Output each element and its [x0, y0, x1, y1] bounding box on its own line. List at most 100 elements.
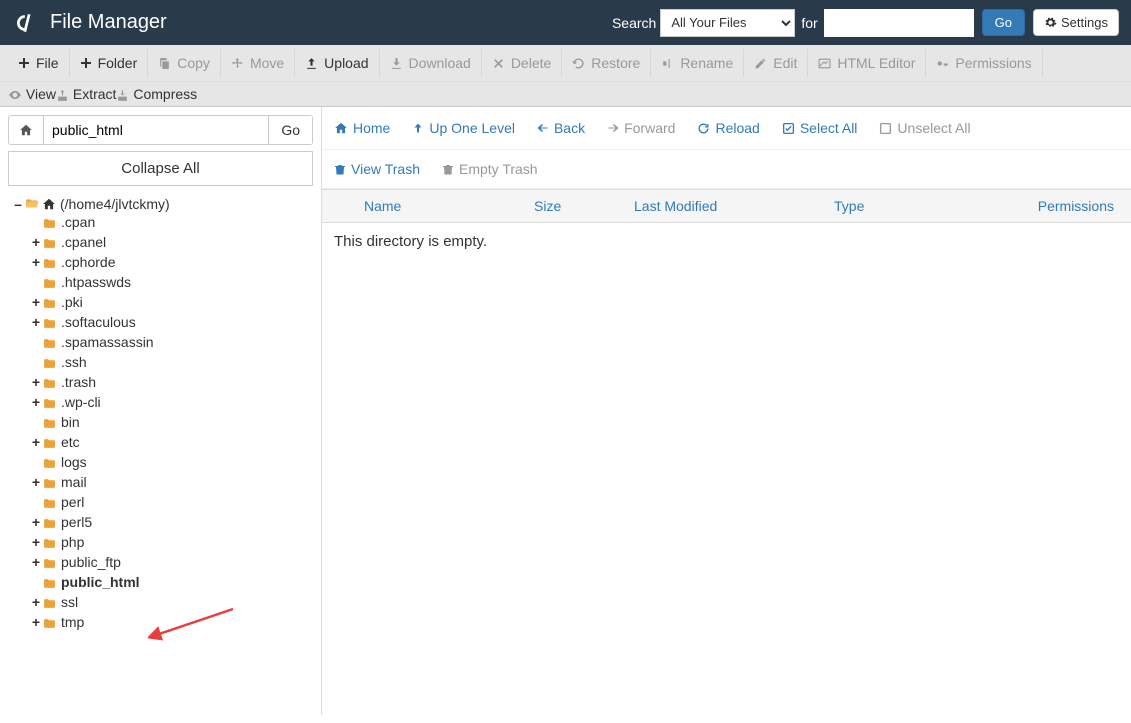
main-area: Go Collapse All – (/home4/jlvtckmy) .cpa…: [0, 107, 1131, 715]
expand-toggle-icon[interactable]: +: [30, 394, 42, 410]
select-all-button[interactable]: Select All: [782, 117, 858, 139]
location-home-button[interactable]: [9, 116, 44, 144]
tree-node-perl5[interactable]: +perl5: [30, 514, 313, 530]
expand-toggle-icon[interactable]: +: [30, 234, 42, 250]
tree-node-label: logs: [61, 454, 87, 470]
new-folder-button[interactable]: Folder: [70, 49, 149, 77]
folder-icon: [42, 374, 57, 390]
tree-node-public-html[interactable]: public_html: [30, 574, 313, 590]
column-last-modified[interactable]: Last Modified: [634, 198, 834, 214]
tree-root-node[interactable]: – (/home4/jlvtckmy): [12, 196, 313, 212]
unselect-all-button[interactable]: Unselect All: [879, 117, 970, 139]
plus-icon: [18, 57, 30, 69]
collapse-toggle-icon[interactable]: –: [12, 196, 24, 212]
tree-node--cphorde[interactable]: + .cphorde: [30, 254, 313, 270]
expand-toggle-icon[interactable]: +: [30, 254, 42, 270]
tree-node-mail[interactable]: +mail: [30, 474, 313, 490]
compress-button[interactable]: Compress: [116, 86, 197, 102]
folder-icon: [42, 274, 57, 290]
edit-button[interactable]: Edit: [744, 49, 808, 77]
expand-toggle-icon[interactable]: +: [30, 514, 42, 530]
tree-node--wp-cli[interactable]: +.wp-cli: [30, 394, 313, 410]
tree-node-etc[interactable]: +etc: [30, 434, 313, 450]
home-button[interactable]: Home: [334, 117, 390, 139]
tree-root-label: (/home4/jlvtckmy): [60, 196, 170, 212]
tree-node--pki[interactable]: + .pki: [30, 294, 313, 310]
empty-trash-button[interactable]: Empty Trash: [442, 158, 538, 180]
tree-node-tmp[interactable]: +tmp: [30, 614, 313, 630]
folder-icon: [42, 474, 57, 490]
tree-node-label: public_html: [61, 574, 140, 590]
settings-button[interactable]: Settings: [1033, 9, 1119, 36]
location-input[interactable]: [44, 116, 268, 144]
view-trash-button[interactable]: View Trash: [334, 158, 420, 180]
rename-button[interactable]: Rename: [651, 49, 744, 77]
expand-toggle-icon[interactable]: +: [30, 554, 42, 570]
search-input[interactable]: [824, 9, 974, 37]
delete-button[interactable]: Delete: [482, 49, 562, 77]
restore-button[interactable]: Restore: [562, 49, 651, 77]
tree-node-perl[interactable]: perl: [30, 494, 313, 510]
home-icon: [19, 123, 33, 137]
tree-node--cpanel[interactable]: +.cpanel: [30, 234, 313, 250]
reload-button[interactable]: Reload: [697, 117, 759, 139]
compress-icon: [116, 89, 129, 102]
location-go-button[interactable]: Go: [268, 116, 312, 144]
tree-node-logs[interactable]: logs: [30, 454, 313, 470]
up-one-level-button[interactable]: Up One Level: [412, 117, 515, 139]
main-toolbar: File Folder Copy Move Upload Download De…: [0, 45, 1131, 82]
rename-icon: [661, 57, 674, 70]
tree-node--softaculous[interactable]: +.softaculous: [30, 314, 313, 330]
tree-node-label: .ssh: [61, 354, 87, 370]
eye-icon: [8, 88, 22, 102]
tree-node-ssl[interactable]: + ssl: [30, 594, 313, 610]
expand-toggle-icon[interactable]: +: [30, 294, 42, 310]
folder-icon: [42, 594, 57, 610]
copy-button[interactable]: Copy: [148, 49, 221, 77]
copy-icon: [158, 57, 171, 70]
tree-node-label: .pki: [61, 294, 83, 310]
move-button[interactable]: Move: [221, 49, 295, 77]
back-button[interactable]: Back: [537, 117, 585, 139]
tree-node-label: .cphorde: [61, 254, 115, 270]
tree-node--trash[interactable]: +.trash: [30, 374, 313, 390]
view-button[interactable]: View: [8, 86, 56, 102]
tree-node--htpasswds[interactable]: .htpasswds: [30, 274, 313, 290]
expand-toggle-icon[interactable]: +: [30, 594, 42, 610]
folder-icon: [42, 614, 57, 630]
column-name[interactable]: Name: [334, 198, 534, 214]
cpanel-logo-icon: [12, 8, 42, 38]
reload-icon: [697, 122, 710, 135]
expand-toggle-icon[interactable]: +: [30, 614, 42, 630]
tree-node--cpan[interactable]: .cpan: [30, 214, 313, 230]
tree-node-public-ftp[interactable]: +public_ftp: [30, 554, 313, 570]
expand-toggle-icon[interactable]: +: [30, 534, 42, 550]
search-scope-select[interactable]: All Your Files: [660, 9, 795, 37]
download-button[interactable]: Download: [380, 49, 482, 77]
upload-button[interactable]: Upload: [295, 49, 379, 77]
permissions-button[interactable]: Permissions: [926, 49, 1042, 77]
collapse-all-button[interactable]: Collapse All: [8, 151, 313, 186]
html-editor-button[interactable]: HTML Editor: [808, 49, 926, 77]
secondary-toolbar: View Extract Compress: [0, 82, 1131, 107]
expand-toggle-icon[interactable]: +: [30, 474, 42, 490]
extract-button[interactable]: Extract: [56, 86, 116, 102]
new-file-button[interactable]: File: [8, 49, 70, 77]
forward-button[interactable]: Forward: [607, 117, 675, 139]
tree-node--ssh[interactable]: .ssh: [30, 354, 313, 370]
folder-icon: [42, 234, 57, 250]
folder-icon: [42, 494, 57, 510]
column-permissions[interactable]: Permissions: [1014, 198, 1114, 214]
search-go-button[interactable]: Go: [982, 9, 1025, 36]
tree-node-bin[interactable]: bin: [30, 414, 313, 430]
tree-node-php[interactable]: +php: [30, 534, 313, 550]
tree-node-label: ssl: [61, 594, 78, 610]
expand-toggle-icon[interactable]: +: [30, 434, 42, 450]
column-type[interactable]: Type: [834, 198, 1014, 214]
arrow-right-icon: [607, 122, 619, 134]
expand-toggle-icon[interactable]: +: [30, 314, 42, 330]
content-toolbar: Home Up One Level Back Forward Reload Se…: [322, 107, 1131, 150]
tree-node--spamassassin[interactable]: .spamassassin: [30, 334, 313, 350]
expand-toggle-icon[interactable]: +: [30, 374, 42, 390]
column-size[interactable]: Size: [534, 198, 634, 214]
